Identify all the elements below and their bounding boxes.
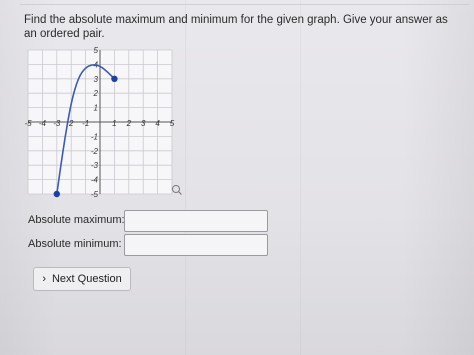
- y-tick-label: 1: [94, 104, 98, 113]
- next-question-button[interactable]: › Next Question: [33, 267, 131, 291]
- x-tick-label: 3: [141, 119, 146, 128]
- graph-svg: -5 -4 -3 2 -1 1 2 3 4 554321-1-2-3-4-5: [24, 46, 182, 199]
- y-tick-label: -1: [91, 132, 98, 141]
- y-tick-label: -4: [91, 176, 99, 185]
- absolute-minimum-input[interactable]: [124, 234, 268, 256]
- x-tick-label: -4: [39, 119, 47, 128]
- x-tick-label: 4: [155, 119, 160, 128]
- y-tick-label: -5: [91, 190, 99, 199]
- absolute-maximum-label: Absolute maximum:: [28, 214, 125, 226]
- x-tick-label: -1: [82, 119, 89, 128]
- y-tick-label: -3: [91, 161, 99, 170]
- x-tick-label: -3: [53, 119, 61, 128]
- absolute-minimum-label: Absolute minimum:: [28, 238, 122, 250]
- screen-streak: [185, 0, 186, 355]
- magnifier-icon-handle: [178, 191, 182, 195]
- next-question-label: Next Question: [51, 273, 122, 285]
- y-tick-label: 5: [94, 46, 99, 55]
- magnifier-icon: [172, 185, 180, 193]
- question-line-2: an ordered pair.: [24, 27, 105, 40]
- question-line-1: Find the absolute maximum and minimum fo…: [24, 14, 448, 26]
- x-tick-label: 5: [170, 119, 175, 128]
- question-text: Find the absolute maximum and minimum fo…: [24, 14, 454, 41]
- x-tick-label: -5: [24, 119, 32, 128]
- absolute-maximum-input[interactable]: [124, 210, 268, 232]
- y-tick-label: -2: [91, 147, 99, 156]
- chevron-right-icon: ›: [42, 273, 46, 285]
- x-tick-label: 1: [112, 119, 116, 128]
- y-tick-label: 3: [94, 75, 99, 84]
- x-tick-label: 2: [126, 119, 132, 128]
- function-graph: -5 -4 -3 2 -1 1 2 3 4 5 5 4 3 2 1 -1 -2 -3 -4 -5: [24, 46, 184, 206]
- screen-streak: [300, 0, 301, 355]
- x-tick-label: 2: [68, 119, 74, 128]
- endpoint-dot: [111, 75, 118, 82]
- header-divider: [20, 4, 470, 5]
- y-tick-label: 2: [93, 89, 99, 98]
- endpoint-dot: [53, 190, 60, 198]
